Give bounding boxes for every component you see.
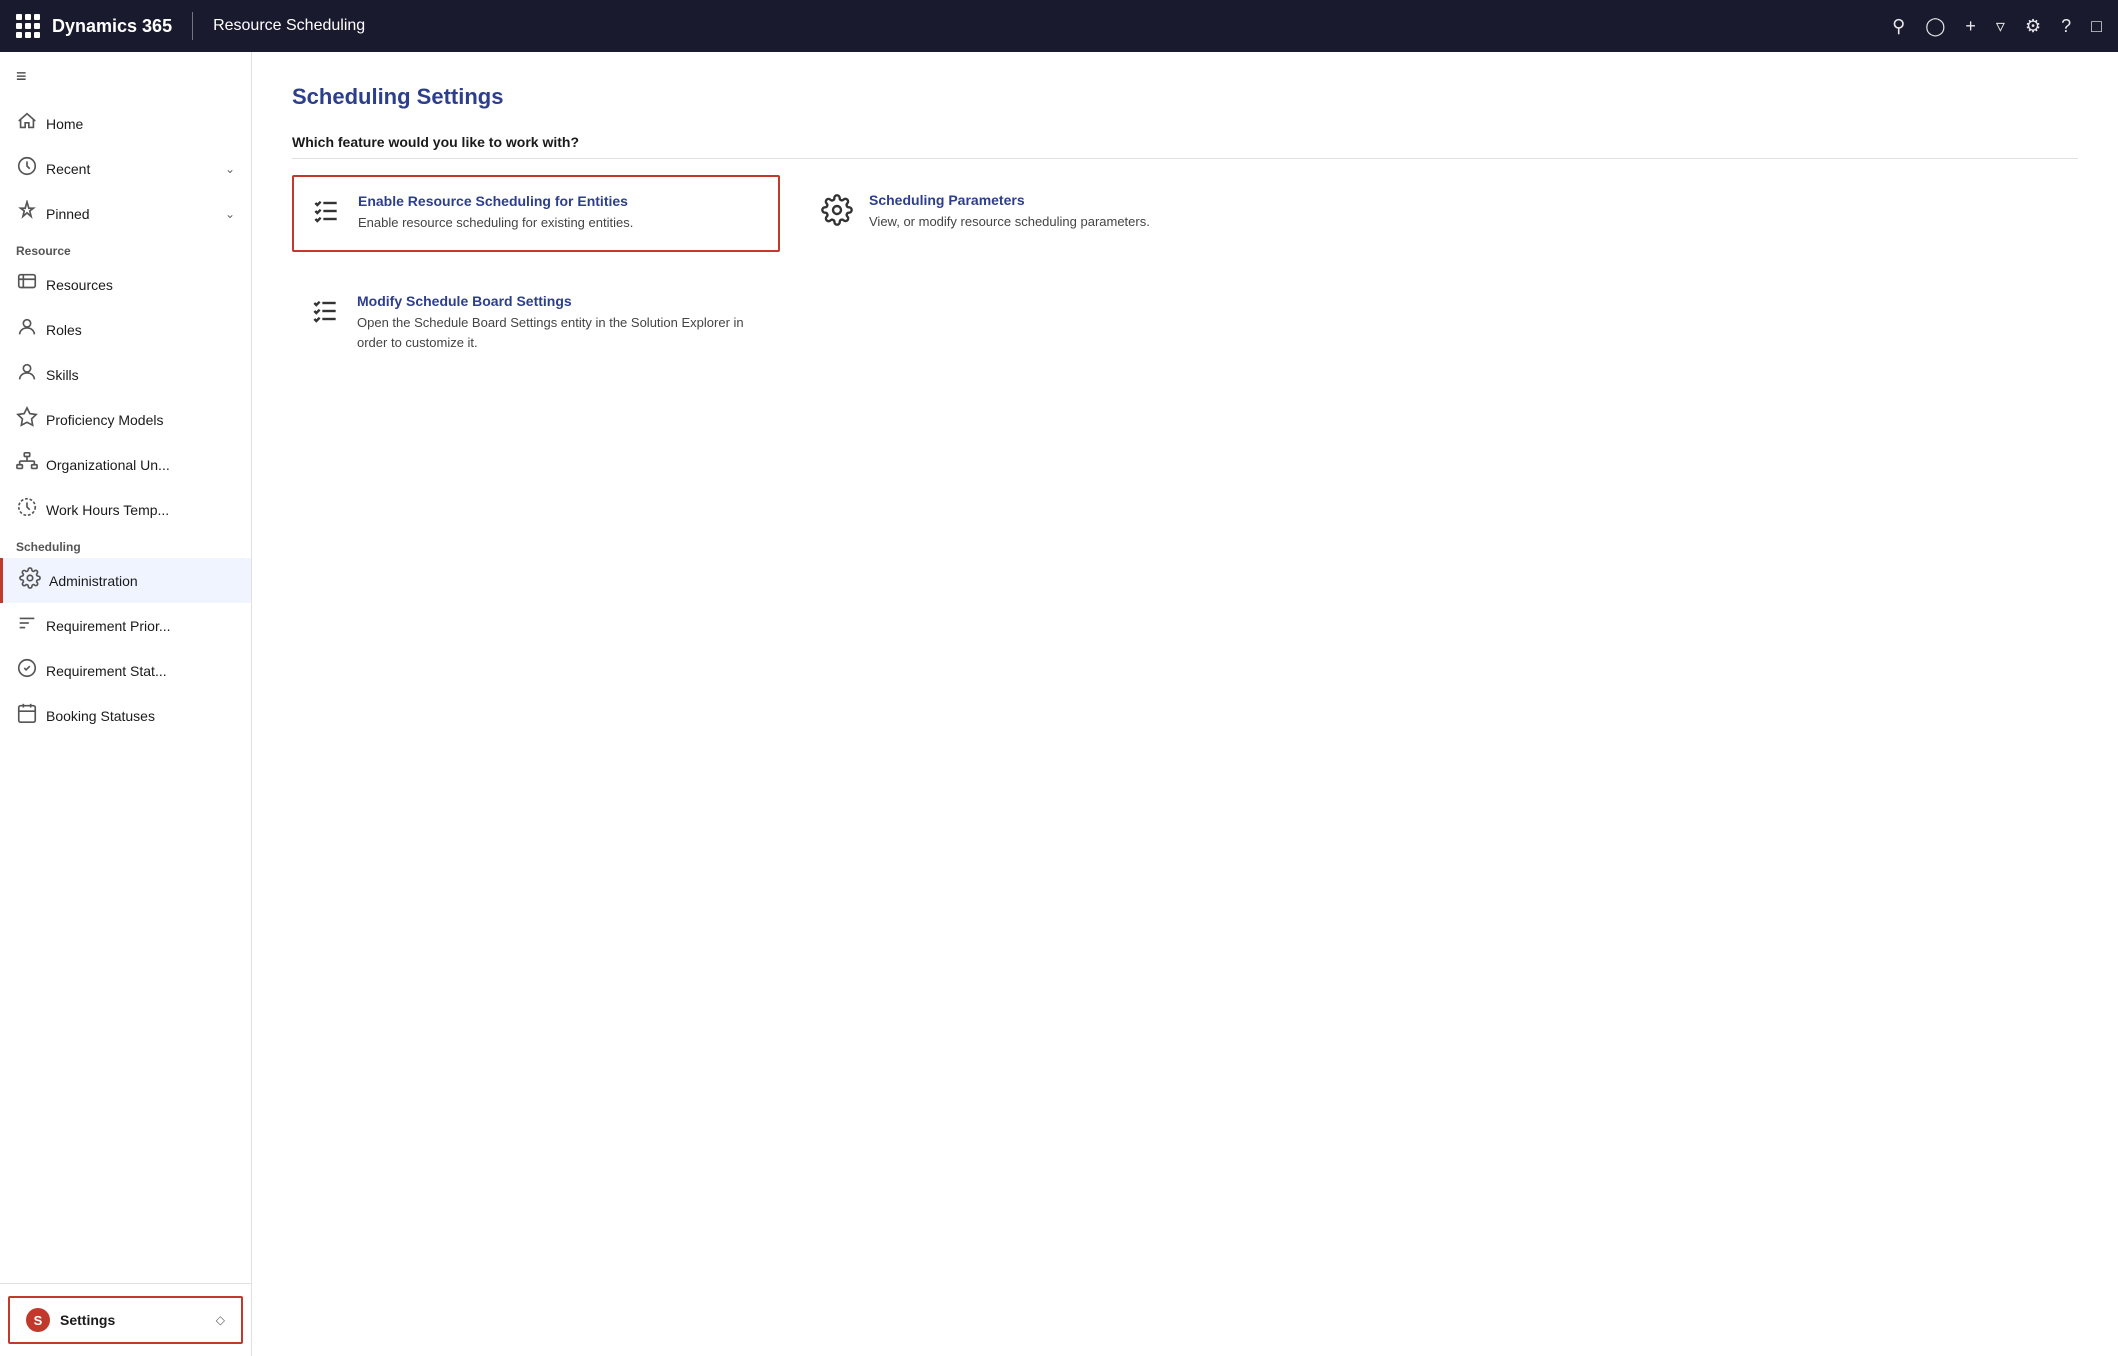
pin-icon [16, 200, 36, 227]
sidebar-item-booking[interactable]: Booking Statuses [0, 693, 251, 738]
sidebar-section-scheduling: Administration Requirement Prior... Requ… [0, 558, 251, 738]
sidebar-item-proficiency[interactable]: Proficiency Models [0, 397, 251, 442]
sidebar-item-resources[interactable]: Resources [0, 262, 251, 307]
home-icon [16, 110, 36, 137]
sidebar-item-proficiency-label: Proficiency Models [46, 412, 235, 428]
reqstatus-icon [16, 657, 36, 684]
sidebar-toggle[interactable]: ≡ [0, 52, 251, 101]
resources-icon [16, 271, 36, 298]
feature-card-desc-1: Enable resource scheduling for existing … [358, 213, 633, 233]
feature-card-scheduling-parameters[interactable]: Scheduling Parameters View, or modify re… [804, 175, 1292, 252]
gear-icon-large [821, 194, 853, 233]
feature-card-desc-2: View, or modify resource scheduling para… [869, 212, 1150, 232]
sidebar: ≡ Home Recent ⌄ Pinned ⌄ [0, 52, 252, 1356]
brand-name: Dynamics 365 [52, 16, 172, 37]
sidebar-item-skills[interactable]: Skills [0, 352, 251, 397]
app-grid-icon[interactable] [16, 14, 40, 38]
feature-card-desc-3: Open the Schedule Board Settings entity … [357, 313, 763, 352]
workhours-icon [16, 496, 36, 523]
sidebar-item-orgunit[interactable]: Organizational Un... [0, 442, 251, 487]
sidebar-item-recent[interactable]: Recent ⌄ [0, 146, 251, 191]
feature-card-title-3: Modify Schedule Board Settings [357, 293, 763, 309]
roles-icon [16, 316, 36, 343]
recent-icon [16, 155, 36, 182]
skills-icon [16, 361, 36, 388]
page-title: Scheduling Settings [292, 84, 2078, 110]
feature-card-title-2: Scheduling Parameters [869, 192, 1150, 208]
top-nav-icons: ⚲ ◯ + ▿ ⚙ ? □ [1892, 16, 2102, 37]
booking-icon [16, 702, 36, 729]
feature-card-content-3: Modify Schedule Board Settings Open the … [357, 293, 763, 352]
lightbulb-icon[interactable]: ◯ [1925, 16, 1945, 37]
sidebar-bottom: S Settings ◇ [0, 1283, 251, 1356]
sidebar-item-resources-label: Resources [46, 277, 235, 293]
sidebar-item-workhours-label: Work Hours Temp... [46, 502, 235, 518]
sidebar-section-resource: Resources Roles Skills Proficiency Model… [0, 262, 251, 532]
settings-bottom-item[interactable]: S Settings ◇ [8, 1296, 243, 1344]
checklist-icon-2 [309, 295, 341, 334]
proficiency-icon [16, 406, 36, 433]
sidebar-item-pinned-label: Pinned [46, 206, 215, 222]
nav-divider [192, 12, 193, 40]
sidebar-item-reqpriority-label: Requirement Prior... [46, 618, 235, 634]
settings-bottom-chevron: ◇ [216, 1313, 225, 1327]
sidebar-item-roles[interactable]: Roles [0, 307, 251, 352]
chat-icon[interactable]: □ [2091, 16, 2102, 37]
section-label-scheduling: Scheduling [0, 532, 251, 558]
sidebar-item-home[interactable]: Home [0, 101, 251, 146]
filter-icon[interactable]: ▿ [1996, 16, 2005, 37]
sidebar-item-home-label: Home [46, 116, 235, 132]
sidebar-item-pinned[interactable]: Pinned ⌄ [0, 191, 251, 236]
sidebar-item-administration-label: Administration [49, 573, 235, 589]
sidebar-section-nav: Home Recent ⌄ Pinned ⌄ [0, 101, 251, 236]
sidebar-item-roles-label: Roles [46, 322, 235, 338]
feature-card-content-1: Enable Resource Scheduling for Entities … [358, 193, 633, 233]
settings-icon[interactable]: ⚙ [2025, 16, 2041, 37]
administration-gear-icon [19, 567, 39, 594]
feature-grid: Enable Resource Scheduling for Entities … [292, 175, 1292, 369]
top-nav: Dynamics 365 Resource Scheduling ⚲ ◯ + ▿… [0, 0, 2118, 52]
feature-card-modify-schedule-board[interactable]: Modify Schedule Board Settings Open the … [292, 276, 780, 369]
sidebar-item-booking-label: Booking Statuses [46, 708, 235, 724]
sidebar-item-administration[interactable]: Administration [0, 558, 251, 603]
reqpriority-icon [16, 612, 36, 639]
section-question: Which feature would you like to work wit… [292, 134, 2078, 159]
add-icon[interactable]: + [1965, 16, 1976, 37]
checklist-icon-1 [310, 195, 342, 234]
content-area: Scheduling Settings Which feature would … [252, 52, 2118, 1356]
sidebar-item-orgunit-label: Organizational Un... [46, 457, 235, 473]
feature-card-title-1: Enable Resource Scheduling for Entities [358, 193, 633, 209]
settings-bottom-label: Settings [60, 1312, 206, 1328]
sidebar-item-skills-label: Skills [46, 367, 235, 383]
feature-card-enable-resource-scheduling[interactable]: Enable Resource Scheduling for Entities … [292, 175, 780, 252]
sidebar-item-recent-label: Recent [46, 161, 215, 177]
section-label-resource: Resource [0, 236, 251, 262]
help-icon[interactable]: ? [2061, 16, 2071, 37]
search-icon[interactable]: ⚲ [1892, 16, 1905, 37]
sidebar-item-reqstatus-label: Requirement Stat... [46, 663, 235, 679]
sidebar-item-workhours[interactable]: Work Hours Temp... [0, 487, 251, 532]
recent-chevron: ⌄ [225, 162, 235, 176]
orgunit-icon [16, 451, 36, 478]
main-layout: ≡ Home Recent ⌄ Pinned ⌄ [0, 52, 2118, 1356]
sidebar-item-reqpriority[interactable]: Requirement Prior... [0, 603, 251, 648]
sidebar-item-reqstatus[interactable]: Requirement Stat... [0, 648, 251, 693]
module-name: Resource Scheduling [213, 17, 1880, 35]
pinned-chevron: ⌄ [225, 207, 235, 221]
settings-badge: S [26, 1308, 50, 1332]
feature-card-content-2: Scheduling Parameters View, or modify re… [869, 192, 1150, 232]
